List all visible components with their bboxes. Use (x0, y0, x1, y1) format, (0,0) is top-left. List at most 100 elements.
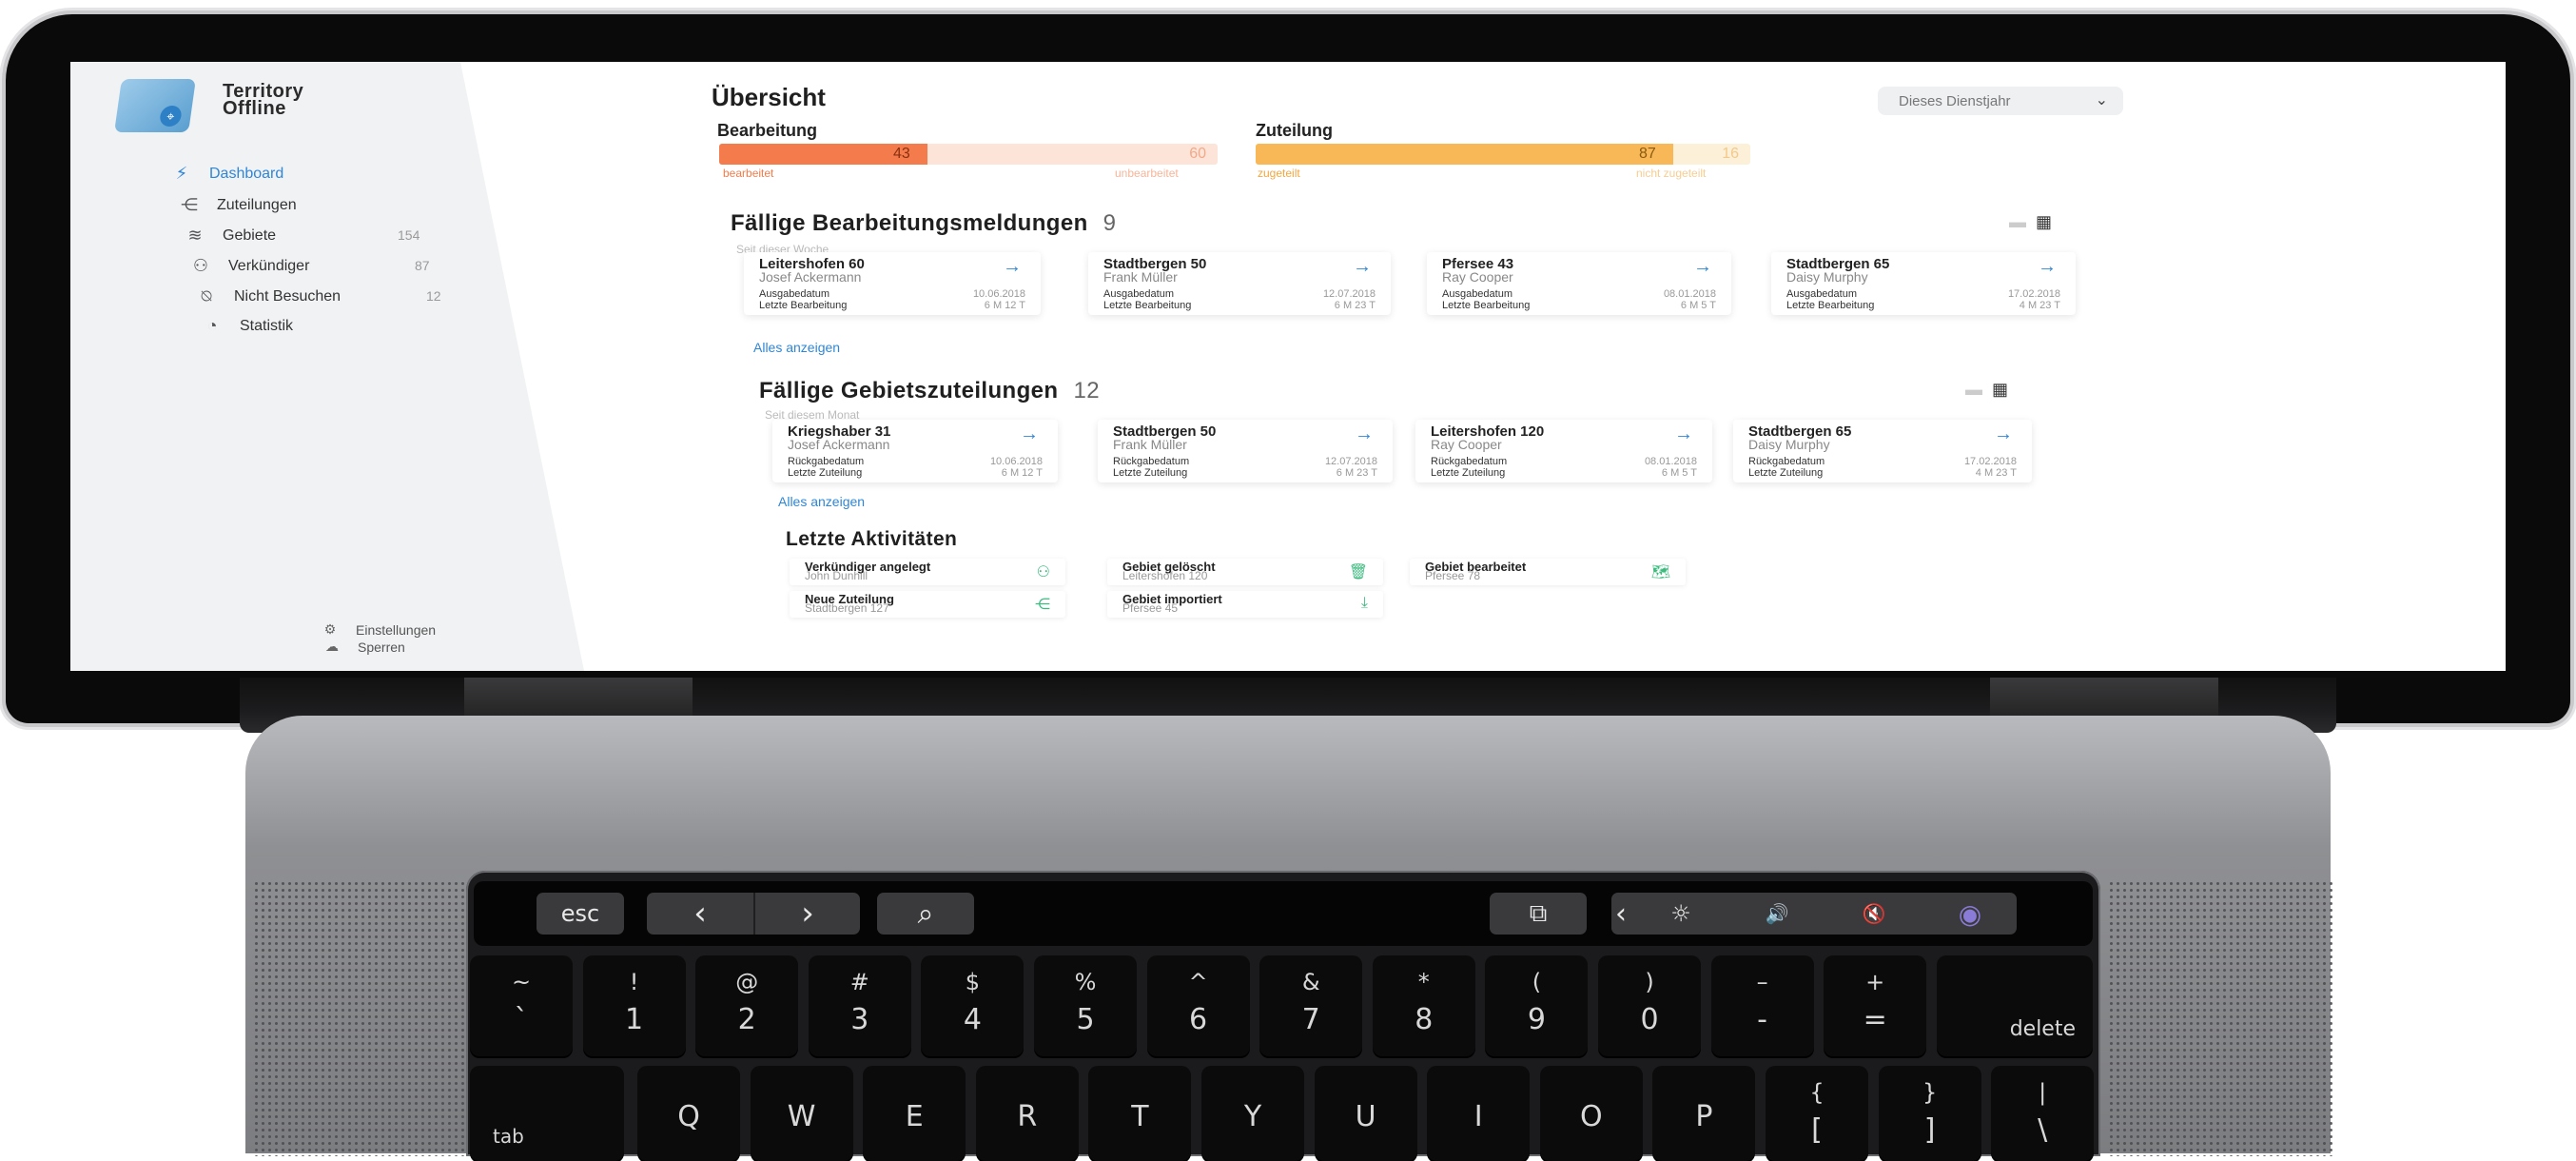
key-o[interactable]: O (1539, 1066, 1643, 1161)
arrow-right-icon[interactable]: → (1355, 423, 1374, 445)
key--[interactable]: – - (1710, 955, 1814, 1056)
list-view-icon[interactable]: ▬ (2009, 212, 2026, 231)
date-label: Rückgabedatum (1113, 456, 1190, 467)
activity-item[interactable]: Gebiet bearbeitet Pfersee 78 🗺 (1410, 559, 1686, 585)
key-4[interactable]: $4 (921, 955, 1025, 1056)
publisher-name: Frank Müller (1113, 437, 1187, 452)
screens-icon[interactable]: ⧉ (1490, 893, 1587, 935)
elapsed-value: 4 M 23 T (2019, 300, 2060, 311)
esc-key[interactable]: esc (537, 893, 624, 935)
page-title: Übersicht (712, 83, 826, 111)
key-8[interactable]: * 8 (1372, 955, 1475, 1056)
app-screen: ⌖ Territory Offline ⚡︎ Dashboard ⋲ Zuteilu… (70, 62, 2506, 671)
key-6[interactable]: ^ 6 (1146, 955, 1250, 1056)
territory-card[interactable]: Stadtbergen 50 Frank Müller → Ausgabedatum 1… (1088, 252, 1391, 315)
activity-item[interactable]: Gebiet importiert Pfersee 45 ⤓ (1107, 591, 1383, 618)
assignment-done-value: 87 (1639, 146, 1656, 162)
arrow-right-icon[interactable]: → (1693, 256, 1712, 278)
key-label: = (1863, 1003, 1887, 1036)
date-value: 17.02.2018 (1963, 456, 2017, 467)
activity-item[interactable]: Verkündiger angelegt John Dunhill ⚇ (790, 559, 1065, 585)
key-i[interactable]: I (1427, 1066, 1531, 1161)
key-u[interactable]: U (1314, 1066, 1417, 1161)
due-processing-view-toggle[interactable]: ▬ ▦ (2009, 212, 2052, 232)
arrow-right-icon[interactable]: → (1353, 256, 1372, 278)
mute-icon[interactable]: 🔇 (1826, 902, 1922, 925)
key-shift-label: ) (1645, 969, 1654, 995)
arrow-right-icon[interactable]: → (1020, 423, 1039, 445)
territory-card[interactable]: Pfersee 43 Ray Cooper → Ausgabedatum 08.01.2… (1427, 252, 1731, 315)
elapsed-value: 6 M 5 T (1661, 467, 1697, 479)
territory-card[interactable]: Stadtbergen 65 Daisy Murphy → Rückgabedatum… (1733, 420, 2032, 482)
assignment-progress-fill (1256, 144, 1673, 165)
territory-card[interactable]: Kriegshaber 31 Josef Ackermann → Rückgabeda… (772, 420, 1058, 482)
key-t[interactable]: T (1088, 1066, 1192, 1161)
processing-label: Bearbeitung (717, 121, 818, 140)
key-bracket-1[interactable]: }] (1878, 1066, 1981, 1161)
key-bracket-2[interactable]: | \ (1991, 1066, 2095, 1161)
territory-card[interactable]: Stadtbergen 65 Daisy Murphy → Ausgabedatum 1… (1771, 252, 2076, 315)
date-label: Rückgabedatum (1431, 456, 1508, 467)
key-1[interactable]: ! 1 (582, 955, 686, 1056)
elapsed-row: Letzte Zuteilung 6 M 23 T (1113, 467, 1377, 479)
publisher-name: Frank Müller (1103, 269, 1178, 285)
collapse-icon[interactable]: ‹ (1611, 897, 1630, 931)
activity-item[interactable]: Neue Zuteilung Stadtbergen 127 ⋲ (790, 591, 1065, 618)
key-9[interactable]: (9 (1485, 955, 1589, 1056)
territory-card[interactable]: Leitershofen 60 Josef Ackermann → Ausgabeda… (744, 252, 1041, 315)
due-processing-show-all-link[interactable]: Alles anzeigen (753, 340, 840, 355)
due-assignment-view-toggle[interactable]: ▬ ▦ (1965, 380, 2008, 400)
key-2[interactable]: @2 (695, 955, 799, 1056)
key-w[interactable]: W (750, 1066, 853, 1161)
elapsed-label: Letzte Bearbeitung (1786, 300, 1875, 311)
key-y[interactable]: Y (1201, 1066, 1304, 1161)
territory-card[interactable]: Stadtbergen 50 Frank Müller → Rückgabedatum… (1098, 420, 1393, 482)
elapsed-label: Letzte Bearbeitung (1442, 300, 1531, 311)
activities-title: Letzte Aktivitäten (786, 528, 958, 550)
arrow-right-icon[interactable]: → (1003, 256, 1022, 278)
key-3[interactable]: #3 (808, 955, 911, 1056)
period-select[interactable]: Dieses Dienstjahr ⌄ (1878, 87, 2123, 115)
elapsed-row: Letzte Zuteilung 4 M 23 T (1748, 467, 2017, 479)
volume-icon[interactable]: 🔊 (1729, 902, 1825, 925)
key-label: T (1131, 1100, 1149, 1133)
key-0[interactable]: ) 0 (1598, 955, 1701, 1056)
due-assignment-show-all-link[interactable]: Alles anzeigen (778, 494, 865, 509)
list-view-icon[interactable]: ▬ (1965, 380, 1982, 399)
key-shift-label: | (2039, 1079, 2047, 1106)
delete-key[interactable]: delete (1937, 955, 2093, 1056)
date-value: 17.02.2018 (2007, 288, 2060, 300)
key-q[interactable]: Q (637, 1066, 740, 1161)
elapsed-row: Letzte Zuteilung 6 M 5 T (1431, 467, 1697, 479)
key-bracket-0[interactable]: {[ (1766, 1066, 1868, 1161)
grid-view-icon[interactable]: ▦ (1992, 380, 2008, 399)
grid-view-icon[interactable]: ▦ (2036, 212, 2052, 231)
arrow-right-icon[interactable]: → (1994, 423, 2013, 445)
key-r[interactable]: R (975, 1066, 1079, 1161)
key-e[interactable]: E (863, 1066, 966, 1161)
key-shift-label: ! (629, 969, 639, 995)
arrow-right-icon[interactable]: → (2038, 256, 2057, 278)
key-shift-label: * (1417, 969, 1430, 995)
key-p[interactable]: P (1652, 1066, 1756, 1161)
date-label: Ausgabedatum (1786, 288, 1857, 300)
tab-key[interactable]: tab (470, 1066, 624, 1161)
date-row: Rückgabedatum 12.07.2018 (1113, 456, 1377, 467)
download-icon: ⤓ (1360, 595, 1368, 611)
key-=[interactable]: + = (1824, 955, 1927, 1056)
date-row: Ausgabedatum 10.06.2018 (759, 288, 1025, 300)
arrow-right-icon[interactable]: → (1674, 423, 1693, 445)
key-label: W (787, 1100, 816, 1133)
elapsed-value: 6 M 23 T (1334, 300, 1376, 311)
forward-icon[interactable]: › (755, 895, 860, 933)
key-5[interactable]: % 5 (1034, 955, 1137, 1056)
speaker-grille-right (2108, 880, 2334, 1156)
key-7[interactable]: & 7 (1259, 955, 1363, 1056)
key-`[interactable]: ~ ` (470, 955, 573, 1056)
activity-item[interactable]: Gebiet gelöscht Leitershofen 120 🗑 (1107, 559, 1383, 585)
back-icon[interactable]: ‹ (647, 895, 753, 933)
search-icon[interactable]: ⌕ (877, 893, 974, 935)
brightness-icon[interactable]: ☼ (1634, 900, 1727, 927)
territory-card[interactable]: Leitershofen 120 Ray Cooper → Rückgabedatum… (1415, 420, 1712, 482)
siri-icon[interactable]: ◉ (1923, 898, 2017, 930)
